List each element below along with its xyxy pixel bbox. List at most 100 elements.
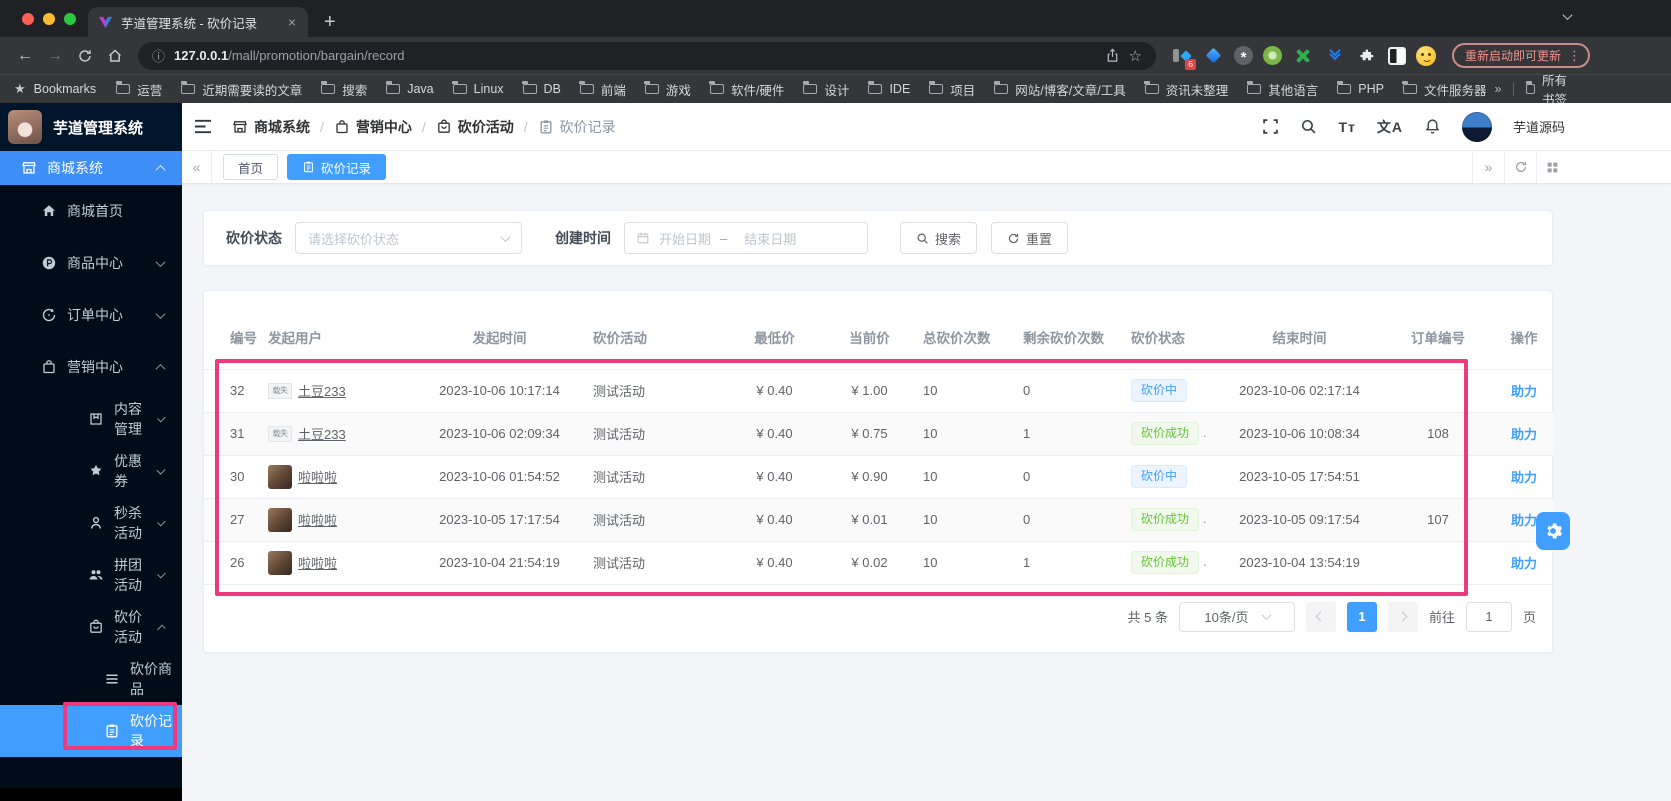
assist-link[interactable]: 助力 bbox=[1511, 470, 1537, 485]
sidebar-item-clipboard[interactable]: 砍价记录 bbox=[0, 705, 182, 757]
search-button[interactable]: 搜索 bbox=[900, 222, 978, 254]
bookmark-folders: 运营 近期需要读的文章 搜索 Java Linux DB 前端 游戏 软件/硬件 设计 IDE 项目网… bbox=[115, 80, 1486, 99]
breadcrumb-item[interactable]: 砍价活动 bbox=[436, 117, 514, 137]
goto-page-input[interactable]: 1 bbox=[1465, 601, 1512, 632]
reload-icon[interactable] bbox=[72, 48, 98, 64]
extension-emoji-face-icon[interactable] bbox=[1416, 45, 1436, 66]
breadcrumb-item[interactable]: 砍价记录 bbox=[538, 117, 616, 137]
bookmark-folder[interactable]: 软件/硬件 bbox=[709, 80, 784, 99]
sidebar-item-order[interactable]: 订单中心 bbox=[0, 289, 182, 341]
tabs-refresh-icon[interactable] bbox=[1504, 151, 1536, 183]
user-link[interactable]: 土豆233 bbox=[298, 381, 346, 400]
current-page-button[interactable]: 1 bbox=[1346, 601, 1377, 632]
share-icon[interactable] bbox=[1105, 48, 1120, 63]
settings-gear-button[interactable] bbox=[1536, 512, 1570, 550]
bookmark-folder[interactable]: 运营 bbox=[115, 80, 162, 99]
back-icon[interactable]: ← bbox=[12, 47, 38, 65]
site-info-icon[interactable]: ⓘ bbox=[152, 46, 165, 65]
home-icon[interactable] bbox=[102, 48, 128, 64]
bargain-status-select[interactable]: 请选择砍价状态 bbox=[295, 222, 522, 254]
bookmark-folder[interactable]: 游戏 bbox=[644, 80, 691, 99]
user-link[interactable]: 土豆233 bbox=[298, 424, 346, 443]
breadcrumb-item[interactable]: 营销中心 bbox=[334, 117, 412, 137]
user-name[interactable]: 芋道源码 bbox=[1513, 117, 1565, 136]
sidebar-item-storefront[interactable]: 商城系统 bbox=[0, 151, 182, 185]
update-button-label: 重新启动即可更新 bbox=[1465, 49, 1562, 63]
browser-menu-icon[interactable]: ⋮ bbox=[1568, 48, 1581, 64]
bookmarks-label[interactable]: Bookmarks bbox=[34, 82, 97, 96]
bookmark-folder[interactable]: 文件服务器 bbox=[1402, 80, 1486, 99]
sidebar-item-coupon[interactable]: 优惠券 bbox=[0, 445, 182, 497]
notifications-bell-icon[interactable] bbox=[1424, 118, 1441, 135]
bookmark-folder[interactable]: IDE bbox=[867, 81, 910, 96]
tab-close-icon[interactable]: × bbox=[286, 14, 298, 30]
tabs-layout-grid-icon[interactable] bbox=[1536, 151, 1568, 183]
bookmark-folder[interactable]: 其他语言 bbox=[1246, 80, 1318, 99]
assist-link[interactable]: 助力 bbox=[1511, 384, 1537, 399]
bookmark-folder[interactable]: 项目 bbox=[928, 80, 975, 99]
extension-split-square-icon[interactable] bbox=[1388, 46, 1406, 65]
collapse-menu-icon[interactable] bbox=[194, 119, 212, 134]
extension-pin-blue-icon[interactable]: 6 bbox=[1170, 45, 1196, 70]
bookmarks-overflow-icon[interactable]: » bbox=[1494, 82, 1501, 96]
extension-circle-green-icon[interactable] bbox=[1263, 46, 1282, 65]
assist-link[interactable]: 助力 bbox=[1511, 556, 1537, 571]
user-link[interactable]: 啦啦啦 bbox=[298, 553, 337, 572]
assist-link[interactable]: 助力 bbox=[1511, 513, 1537, 528]
page-tab-bargain-record[interactable]: 砍价记录 bbox=[287, 154, 387, 180]
forward-icon[interactable]: → bbox=[42, 47, 68, 65]
bookmark-folder[interactable]: 资讯未整理 bbox=[1144, 80, 1228, 99]
extension-kite-blue-icon[interactable] bbox=[1202, 45, 1224, 67]
sidebar-item-content[interactable]: 内容管理 bbox=[0, 393, 182, 445]
page-content: 砍价状态 请选择砍价状态 创建时间 开始日期 – 结束日期 搜索 重置 编号 发… bbox=[182, 184, 1671, 801]
sidebar-item-bargain[interactable]: 砍价活动 bbox=[0, 601, 182, 653]
fullscreen-icon[interactable] bbox=[1262, 118, 1279, 135]
bookmark-folder[interactable]: PHP bbox=[1336, 81, 1384, 96]
reset-button[interactable]: 重置 bbox=[991, 222, 1069, 254]
bookmark-folder[interactable]: 网站/博客/文章/工具 bbox=[993, 80, 1126, 99]
language-icon[interactable]: 文A bbox=[1377, 117, 1403, 137]
sidebar-item-groupon[interactable]: 拼团活动 bbox=[0, 549, 182, 601]
extension-star-green-icon[interactable] bbox=[1292, 45, 1314, 67]
font-size-icon[interactable]: Tт bbox=[1338, 119, 1355, 135]
app-logo[interactable]: 芋道管理系统 bbox=[0, 103, 182, 151]
sidebar-item-list[interactable]: 砍价商品 bbox=[0, 653, 182, 705]
browser-tab[interactable]: 芋道管理系统 - 砍价记录 × bbox=[88, 7, 308, 37]
extension-circle-dark-icon[interactable]: * bbox=[1234, 46, 1253, 66]
address-bar[interactable]: ⓘ 127.0.0.1/mall/promotion/bargain/recor… bbox=[138, 41, 1156, 70]
date-range-picker[interactable]: 开始日期 – 结束日期 bbox=[624, 222, 868, 254]
bookmark-folder[interactable]: Linux bbox=[452, 81, 504, 96]
user-avatar[interactable] bbox=[1461, 111, 1492, 142]
sidebar-item-product[interactable]: 商品中心 bbox=[0, 237, 182, 289]
sidebar-item-home[interactable]: 商城首页 bbox=[0, 185, 182, 237]
search-icon[interactable] bbox=[1300, 118, 1317, 135]
window-close-button[interactable] bbox=[22, 13, 34, 25]
assist-link[interactable]: 助力 bbox=[1511, 427, 1537, 442]
folder-icon bbox=[385, 81, 401, 94]
user-link[interactable]: 啦啦啦 bbox=[298, 467, 337, 486]
bookmark-folder[interactable]: DB bbox=[522, 81, 561, 96]
page-size-select[interactable]: 10条/页 bbox=[1178, 601, 1295, 632]
tab-search-chevron-icon[interactable] bbox=[1562, 10, 1573, 21]
extension-puzzle-white-icon[interactable] bbox=[1356, 45, 1378, 67]
tabs-collapse-right[interactable]: » bbox=[1472, 151, 1504, 183]
bookmark-folder[interactable]: 设计 bbox=[802, 80, 849, 99]
sidebar-item-marketing[interactable]: 营销中心 bbox=[0, 341, 182, 393]
tabs-collapse-left[interactable]: « bbox=[182, 151, 212, 183]
page-tab-home[interactable]: 首页 bbox=[223, 154, 279, 180]
sidebar-item-seckill[interactable]: 秒杀活动 bbox=[0, 497, 182, 549]
bookmark-folder[interactable]: 搜索 bbox=[320, 80, 367, 99]
prev-page-button[interactable] bbox=[1305, 601, 1336, 632]
bookmark-folder[interactable]: 近期需要读的文章 bbox=[180, 80, 302, 99]
extension-chevrons-blue-icon[interactable] bbox=[1324, 44, 1346, 67]
bookmark-folder[interactable]: 前端 bbox=[579, 80, 626, 99]
window-minimize-button[interactable] bbox=[43, 13, 55, 25]
update-button[interactable]: 重新启动即可更新 ⋮ bbox=[1452, 43, 1591, 68]
breadcrumb-item[interactable]: 商城系统 bbox=[232, 117, 310, 137]
user-link[interactable]: 啦啦啦 bbox=[298, 510, 337, 529]
bookmark-star-outline-icon[interactable]: ☆ bbox=[1129, 47, 1142, 65]
bookmark-folder[interactable]: Java bbox=[385, 81, 434, 96]
window-zoom-button[interactable] bbox=[64, 13, 76, 25]
new-tab-button[interactable]: + bbox=[324, 12, 336, 32]
next-page-button[interactable] bbox=[1387, 601, 1418, 632]
